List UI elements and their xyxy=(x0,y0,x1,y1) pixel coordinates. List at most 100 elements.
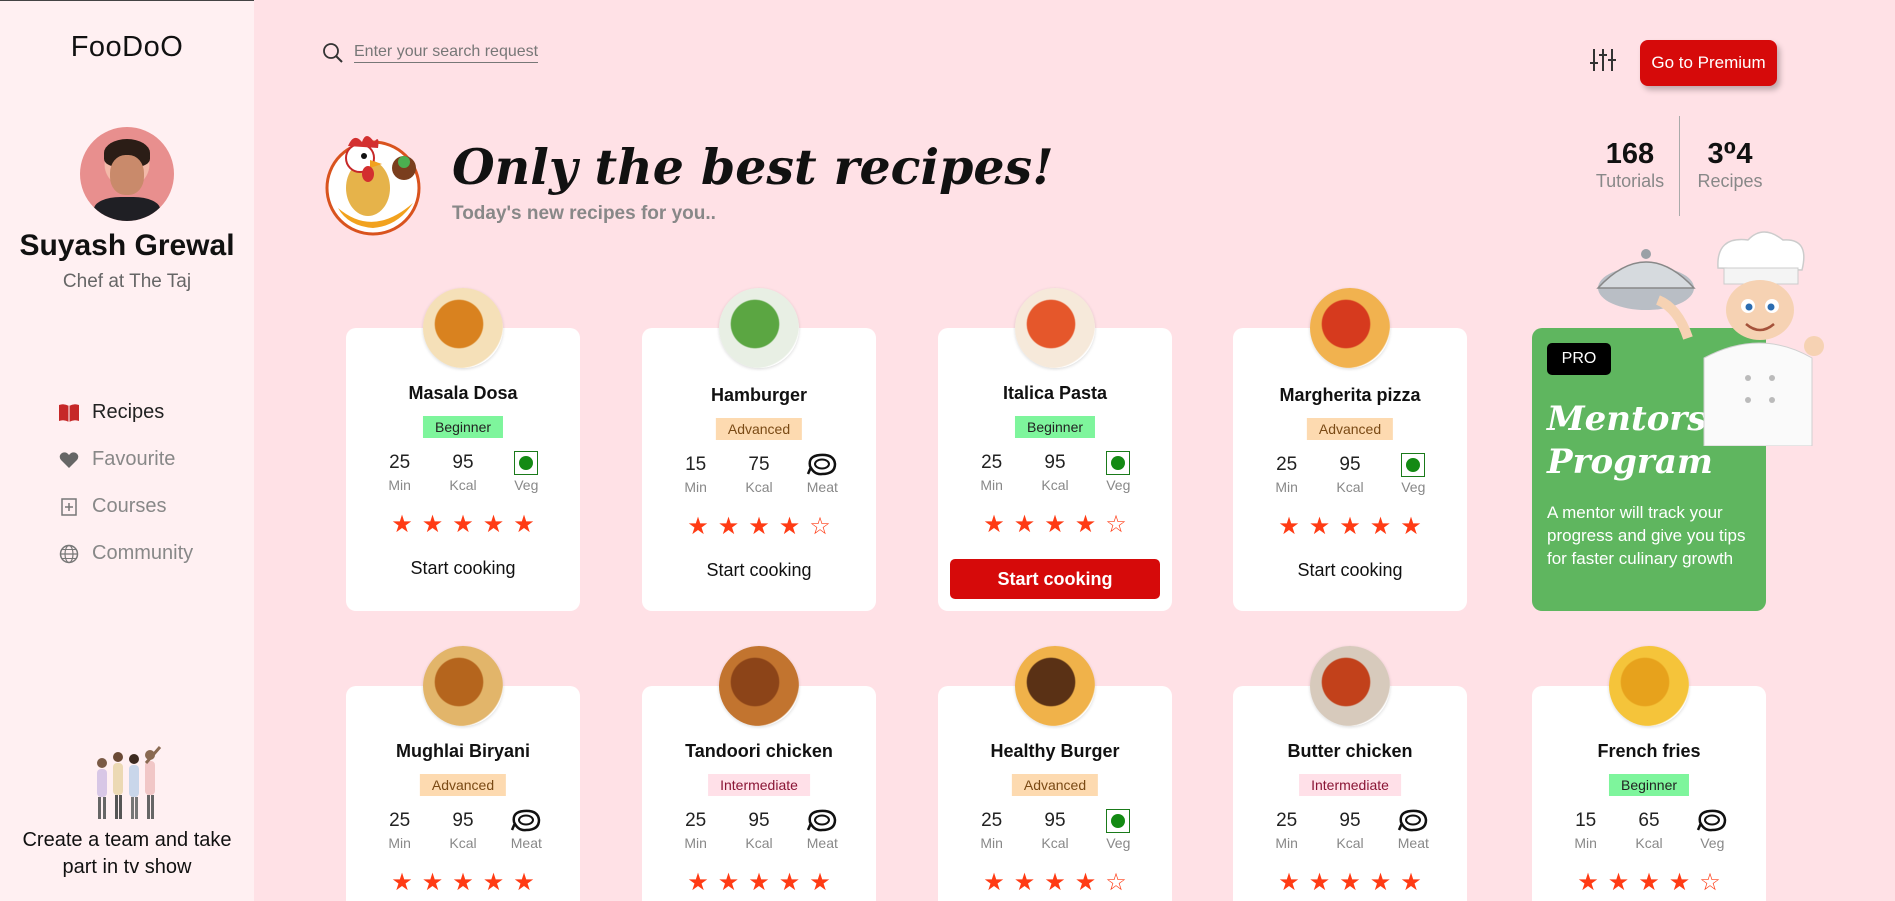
star-filled-icon[interactable]: ★ xyxy=(748,871,770,895)
pro-description: A mentor will track your progress and gi… xyxy=(1547,503,1746,568)
star-filled-icon[interactable]: ★ xyxy=(1278,515,1300,539)
star-filled-icon[interactable]: ★ xyxy=(1608,871,1630,895)
star-filled-icon[interactable]: ★ xyxy=(1370,871,1392,895)
sidebar-item-favourite[interactable]: Favourite xyxy=(58,436,193,483)
recipe-card[interactable]: Margherita pizza Advanced 25 Min 95 Kcal… xyxy=(1233,288,1467,611)
star-filled-icon[interactable]: ★ xyxy=(1669,871,1691,895)
time-unit: Min xyxy=(388,477,411,493)
start-cooking-button[interactable]: Start cooking xyxy=(642,560,876,581)
start-cooking-button[interactable]: Start cooking xyxy=(950,559,1160,599)
star-filled-icon[interactable]: ★ xyxy=(1014,513,1036,537)
star-filled-icon[interactable]: ★ xyxy=(718,515,740,539)
level-badge: Advanced xyxy=(419,774,507,796)
promo-text[interactable]: Create a team and take part in tv show xyxy=(20,827,234,881)
chef-rooster-mascot xyxy=(325,136,421,236)
star-filled-icon[interactable]: ★ xyxy=(1339,871,1361,895)
time-value: 15 xyxy=(685,454,707,475)
go-to-premium-button[interactable]: Go to Premium xyxy=(1640,40,1777,86)
sidebar-item-community[interactable]: Community xyxy=(58,530,193,577)
star-empty-icon[interactable]: ☆ xyxy=(1105,513,1127,537)
team-illustration xyxy=(97,746,162,819)
time-unit: Min xyxy=(1275,479,1298,495)
type-label: Meat xyxy=(806,479,838,495)
start-cooking-button[interactable]: Start cooking xyxy=(346,558,580,579)
recipe-card[interactable]: Healthy Burger Advanced 25 Min 95 Kcal V… xyxy=(938,646,1172,901)
stat-divider xyxy=(1679,116,1680,216)
star-filled-icon[interactable]: ★ xyxy=(513,513,535,537)
avatar[interactable] xyxy=(80,127,174,221)
kcal-value: 95 xyxy=(1044,452,1066,473)
star-filled-icon[interactable]: ★ xyxy=(983,513,1005,537)
star-filled-icon[interactable]: ★ xyxy=(779,871,801,895)
search-bar[interactable]: Enter your search request xyxy=(322,42,539,64)
star-filled-icon[interactable]: ★ xyxy=(718,871,740,895)
recipe-card[interactable]: Masala Dosa Beginner 25 Min 95 Kcal Veg xyxy=(346,288,580,611)
star-filled-icon[interactable]: ★ xyxy=(1400,871,1422,895)
recipe-card[interactable]: Tandoori chicken Intermediate 25 Min 95 … xyxy=(642,646,876,901)
star-filled-icon[interactable]: ★ xyxy=(779,515,801,539)
time-unit: Min xyxy=(1275,835,1298,851)
star-empty-icon[interactable]: ☆ xyxy=(1699,871,1721,895)
recipe-card[interactable]: Hamburger Advanced 15 Min 75 Kcal Meat ★… xyxy=(642,288,876,611)
star-filled-icon[interactable]: ★ xyxy=(483,513,505,537)
time-value: 25 xyxy=(981,810,1003,831)
rating-stars: ★ ★ ★ ★ ☆ xyxy=(938,513,1172,537)
star-filled-icon[interactable]: ★ xyxy=(1075,513,1097,537)
star-filled-icon[interactable]: ★ xyxy=(1014,871,1036,895)
level-badge: Intermediate xyxy=(1299,774,1401,796)
star-filled-icon[interactable]: ★ xyxy=(513,871,535,895)
star-filled-icon[interactable]: ★ xyxy=(1044,513,1066,537)
star-filled-icon[interactable]: ★ xyxy=(391,871,413,895)
star-empty-icon[interactable]: ☆ xyxy=(809,515,831,539)
star-empty-icon[interactable]: ☆ xyxy=(1105,871,1127,895)
sidebar-item-label: Community xyxy=(92,542,194,564)
star-filled-icon[interactable]: ★ xyxy=(687,515,709,539)
star-filled-icon[interactable]: ★ xyxy=(391,513,413,537)
star-filled-icon[interactable]: ★ xyxy=(687,871,709,895)
type-stat: Veg xyxy=(1684,809,1740,851)
brand-logo[interactable]: FooDoO xyxy=(0,31,254,64)
star-filled-icon[interactable]: ★ xyxy=(452,513,474,537)
sidebar-item-recipes[interactable]: Recipes xyxy=(58,389,193,436)
recipe-card[interactable]: French fries Beginner 15 Min 65 Kcal Veg xyxy=(1532,646,1766,901)
kcal-unit: Kcal xyxy=(1336,835,1364,851)
star-filled-icon[interactable]: ★ xyxy=(1638,871,1660,895)
recipe-meta: 25 Min 95 Kcal Veg xyxy=(346,451,580,493)
star-filled-icon[interactable]: ★ xyxy=(1577,871,1599,895)
star-filled-icon[interactable]: ★ xyxy=(1309,515,1331,539)
recipe-meta: 25 Min 95 Kcal Meat xyxy=(346,809,580,851)
recipe-name: Masala Dosa xyxy=(408,383,518,403)
star-filled-icon[interactable]: ★ xyxy=(748,515,770,539)
star-filled-icon[interactable]: ★ xyxy=(1400,515,1422,539)
kcal-value: 65 xyxy=(1638,810,1660,831)
recipe-card[interactable]: Italica Pasta Beginner 25 Min 95 Kcal Ve… xyxy=(938,288,1172,611)
sidebar-item-courses[interactable]: Courses xyxy=(58,483,193,530)
recipe-card[interactable]: Mughlai Biryani Advanced 25 Min 95 Kcal … xyxy=(346,646,580,901)
star-filled-icon[interactable]: ★ xyxy=(1309,871,1331,895)
star-filled-icon[interactable]: ★ xyxy=(1075,871,1097,895)
star-filled-icon[interactable]: ★ xyxy=(809,871,831,895)
search-input[interactable]: Enter your search request xyxy=(354,43,539,63)
star-filled-icon[interactable]: ★ xyxy=(1278,871,1300,895)
star-filled-icon[interactable]: ★ xyxy=(452,871,474,895)
start-cooking-button[interactable]: Start cooking xyxy=(1233,560,1467,581)
user-name: Suyash Grewal xyxy=(19,229,235,262)
star-filled-icon[interactable]: ★ xyxy=(483,871,505,895)
recipe-name: Italica Pasta xyxy=(1002,383,1108,403)
search-icon xyxy=(323,43,343,63)
star-filled-icon[interactable]: ★ xyxy=(1370,515,1392,539)
type-label: Meat xyxy=(510,835,542,851)
level-badge: Advanced xyxy=(1011,774,1099,796)
star-filled-icon[interactable]: ★ xyxy=(422,513,444,537)
star-filled-icon[interactable]: ★ xyxy=(1339,515,1361,539)
type-stat: Veg xyxy=(498,451,554,493)
star-filled-icon[interactable]: ★ xyxy=(1044,871,1066,895)
kcal-unit: Kcal xyxy=(1041,477,1069,493)
star-filled-icon[interactable]: ★ xyxy=(983,871,1005,895)
recipe-card[interactable]: Butter chicken Intermediate 25 Min 95 Kc… xyxy=(1233,646,1467,901)
stat-value: 168 xyxy=(1605,138,1655,170)
recipe-image xyxy=(1310,646,1390,726)
type-label: Veg xyxy=(1401,479,1426,495)
star-filled-icon[interactable]: ★ xyxy=(422,871,444,895)
filter-icon[interactable] xyxy=(1589,46,1617,74)
